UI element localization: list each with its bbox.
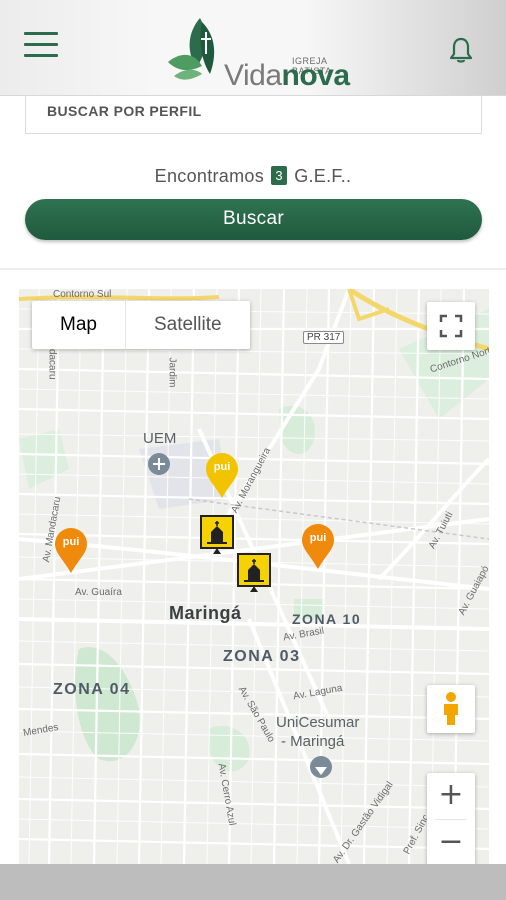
street-view-pegman-button[interactable] <box>427 685 475 733</box>
results-prefix: Encontramos <box>154 166 265 186</box>
zoom-control: + − <box>427 773 475 864</box>
fullscreen-icon <box>439 314 463 338</box>
search-by-profile-field[interactable]: BUSCAR POR PERFIL <box>25 90 482 134</box>
poi-label-unicesumar-city: - Maringá <box>281 733 345 750</box>
zoom-in-button[interactable]: + <box>427 773 475 819</box>
highway-shield-pr317: PR 317 <box>303 331 345 344</box>
church-icon <box>237 553 271 592</box>
notification-bell-icon[interactable] <box>448 36 474 64</box>
logo-wordmark: Vidanova <box>224 59 350 92</box>
search-button[interactable]: Buscar <box>25 199 482 240</box>
bottom-bar <box>0 864 506 900</box>
zone-label-10: ZONA 10 <box>292 611 362 627</box>
church-marker-2[interactable] <box>236 552 272 599</box>
results-count-text: Encontramos 3 G.E.F.. <box>0 166 506 187</box>
section-divider <box>0 268 506 270</box>
app-header: IGREJA BATISTA Vidanova <box>0 0 506 96</box>
map-type-map-button[interactable]: Map <box>32 301 126 349</box>
gef-marker-yellow-text: pui <box>214 461 231 473</box>
results-count-badge: 3 <box>271 166 287 185</box>
profile-field-placeholder: BUSCAR POR PERFIL <box>47 103 202 119</box>
vidanova-logo: IGREJA BATISTA Vidanova <box>166 14 366 94</box>
map-view[interactable]: Contorno Sul Contorno Nort PR 317 UEM Ma… <box>19 289 489 864</box>
church-marker-1[interactable] <box>199 514 235 561</box>
church-icon <box>200 515 234 554</box>
poi-label-unicesumar: UniCesumar <box>276 714 360 731</box>
zoom-out-button[interactable]: − <box>427 820 475 864</box>
gef-marker-orange-east[interactable]: pui <box>300 523 336 576</box>
pegman-icon <box>444 692 458 725</box>
fullscreen-button[interactable] <box>427 302 475 350</box>
poi-label-uem: UEM <box>143 430 177 447</box>
map-type-control: Map Satellite <box>32 301 250 349</box>
gef-marker-orange-west-text: pui <box>63 536 80 548</box>
map-type-satellite-button[interactable]: Satellite <box>126 301 250 349</box>
app-screen: IGREJA BATISTA Vidanova BUSCAR POR PERFI… <box>0 0 506 900</box>
zone-label-04: ZONA 04 <box>53 681 131 698</box>
results-suffix: G.E.F.. <box>294 166 352 186</box>
gef-marker-yellow[interactable]: pui <box>204 452 240 505</box>
city-label-maringa: Maringá <box>169 603 242 623</box>
hamburger-menu-icon[interactable] <box>24 32 58 62</box>
gef-marker-orange-east-text: pui <box>310 532 327 544</box>
road-label-contorno-sul: Contorno Sul <box>53 289 112 300</box>
street-label-jardim: Jardim <box>166 357 178 388</box>
street-label-guaira: Av. Guaíra <box>75 587 122 598</box>
zone-label-03: ZONA 03 <box>223 648 301 665</box>
gef-marker-orange-west[interactable]: pui <box>53 527 89 580</box>
